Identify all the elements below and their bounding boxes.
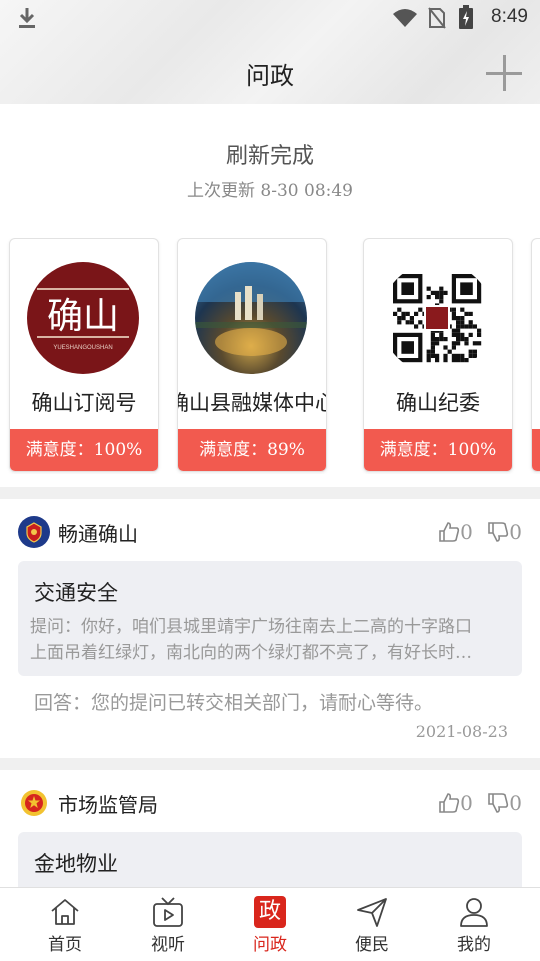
account-name: 确山纪委 — [396, 391, 480, 415]
post-source: 市场监管局 — [58, 793, 158, 817]
no-sim-icon — [428, 7, 446, 29]
zheng-icon: 政 — [254, 896, 286, 928]
question-title: 金地物业 — [34, 852, 118, 876]
satisfaction-badge-partial — [532, 429, 540, 471]
svg-text:确山: 确山 — [47, 296, 119, 337]
account-card[interactable]: 确山县融媒体中心 满意度：89% — [177, 238, 327, 472]
refresh-title: 刷新完成 — [225, 144, 314, 169]
question-box[interactable]: 金地物业 — [18, 832, 522, 887]
question-line: 提问：你好，咱们县城里靖宇广场往南去上二高的十字路口 — [30, 617, 472, 637]
section-divider — [0, 758, 540, 770]
tab-label: 视听 — [151, 935, 185, 955]
question-line: 上面吊着红绿灯，南北向的两个绿灯都不亮了，有好长时… — [30, 643, 472, 663]
tab-video[interactable]: 视听 — [114, 888, 222, 961]
qr-code-icon — [381, 262, 493, 374]
tab-label: 便民 — [355, 935, 389, 955]
account-name: 确山县融媒体中心 — [178, 391, 326, 415]
refresh-subtitle: 上次更新 8-30 08:49 — [187, 181, 353, 201]
status-bar: 8:49 — [0, 0, 540, 36]
page-title: 问政 — [246, 62, 294, 90]
wifi-icon — [393, 9, 417, 27]
battery-icon — [459, 5, 473, 29]
tab-wenzheng[interactable]: 政 问政 — [216, 888, 324, 961]
reaction-counts: 0 0 — [438, 789, 522, 815]
tab-profile[interactable]: 我的 — [420, 888, 528, 961]
post-source: 畅通确山 — [58, 522, 138, 546]
tab-label: 问政 — [253, 935, 287, 955]
paper-plane-icon — [357, 898, 387, 927]
question-post[interactable]: 畅通确山 0 0 交通安全 提问：你好，咱们县城里靖宇广场往南去上二高的十字路口… — [0, 516, 540, 756]
home-icon — [51, 899, 79, 925]
thumbs-down-icon[interactable] — [487, 792, 509, 814]
tab-services[interactable]: 便民 — [318, 888, 426, 961]
section-divider — [0, 487, 540, 499]
police-badge-icon — [18, 516, 50, 548]
account-name: 确山订阅号 — [31, 391, 137, 415]
satisfaction-badge: 满意度：89% — [178, 429, 326, 471]
question-post[interactable]: 市场监管局 0 0 金地物业 — [0, 787, 540, 887]
question-box[interactable]: 交通安全 提问：你好，咱们县城里靖宇广场往南去上二高的十字路口 上面吊着红绿灯，… — [18, 561, 522, 676]
account-carousel[interactable]: 确山 YUESHANGOUSHAN 确山订阅号 满意度：100% 确山县融媒体中… — [0, 238, 540, 474]
reaction-counts: 0 0 — [438, 518, 522, 544]
queshan-subscription-logo-icon: 确山 YUESHANGOUSHAN — [27, 262, 139, 374]
like-count: 0 — [460, 519, 473, 544]
refresh-notice: 刷新完成 上次更新 8-30 08:49 — [0, 138, 540, 201]
tab-label: 首页 — [48, 935, 82, 955]
dislike-count: 0 — [509, 519, 522, 544]
media-center-photo-icon — [195, 262, 307, 374]
like-count: 0 — [460, 790, 473, 815]
satisfaction-badge: 满意度：100% — [10, 429, 158, 471]
status-time: 8:49 — [491, 6, 528, 27]
post-date: 2021-08-23 — [415, 722, 508, 741]
account-card[interactable]: 确山纪委 满意度：100% — [363, 238, 513, 472]
tv-icon — [153, 897, 183, 927]
thumbs-up-icon[interactable] — [438, 521, 460, 543]
thumbs-up-icon[interactable] — [438, 792, 460, 814]
answer-text: 回答：您的提问已转交相关部门，请耐心等待。 — [34, 692, 434, 714]
download-icon — [19, 8, 35, 28]
bottom-tab-bar: 首页 视听 政 问政 便民 我的 — [0, 887, 540, 961]
national-emblem-icon — [18, 787, 50, 819]
add-plus-icon[interactable] — [486, 55, 522, 91]
user-icon — [460, 898, 488, 927]
tab-home[interactable]: 首页 — [11, 888, 119, 961]
tab-label: 我的 — [457, 935, 491, 955]
question-title: 交通安全 — [34, 581, 118, 605]
svg-text:YUESHANGOUSHAN: YUESHANGOUSHAN — [53, 345, 112, 351]
satisfaction-badge: 满意度：100% — [364, 429, 512, 471]
question-text: 提问：你好，咱们县城里靖宇广场往南去上二高的十字路口 上面吊着红绿灯，南北向的两… — [30, 614, 514, 666]
account-card-partial[interactable] — [531, 238, 540, 472]
dislike-count: 0 — [509, 790, 522, 815]
account-card[interactable]: 确山 YUESHANGOUSHAN 确山订阅号 满意度：100% — [9, 238, 159, 472]
top-bar: 8:49 问政 — [0, 0, 540, 104]
thumbs-down-icon[interactable] — [487, 521, 509, 543]
